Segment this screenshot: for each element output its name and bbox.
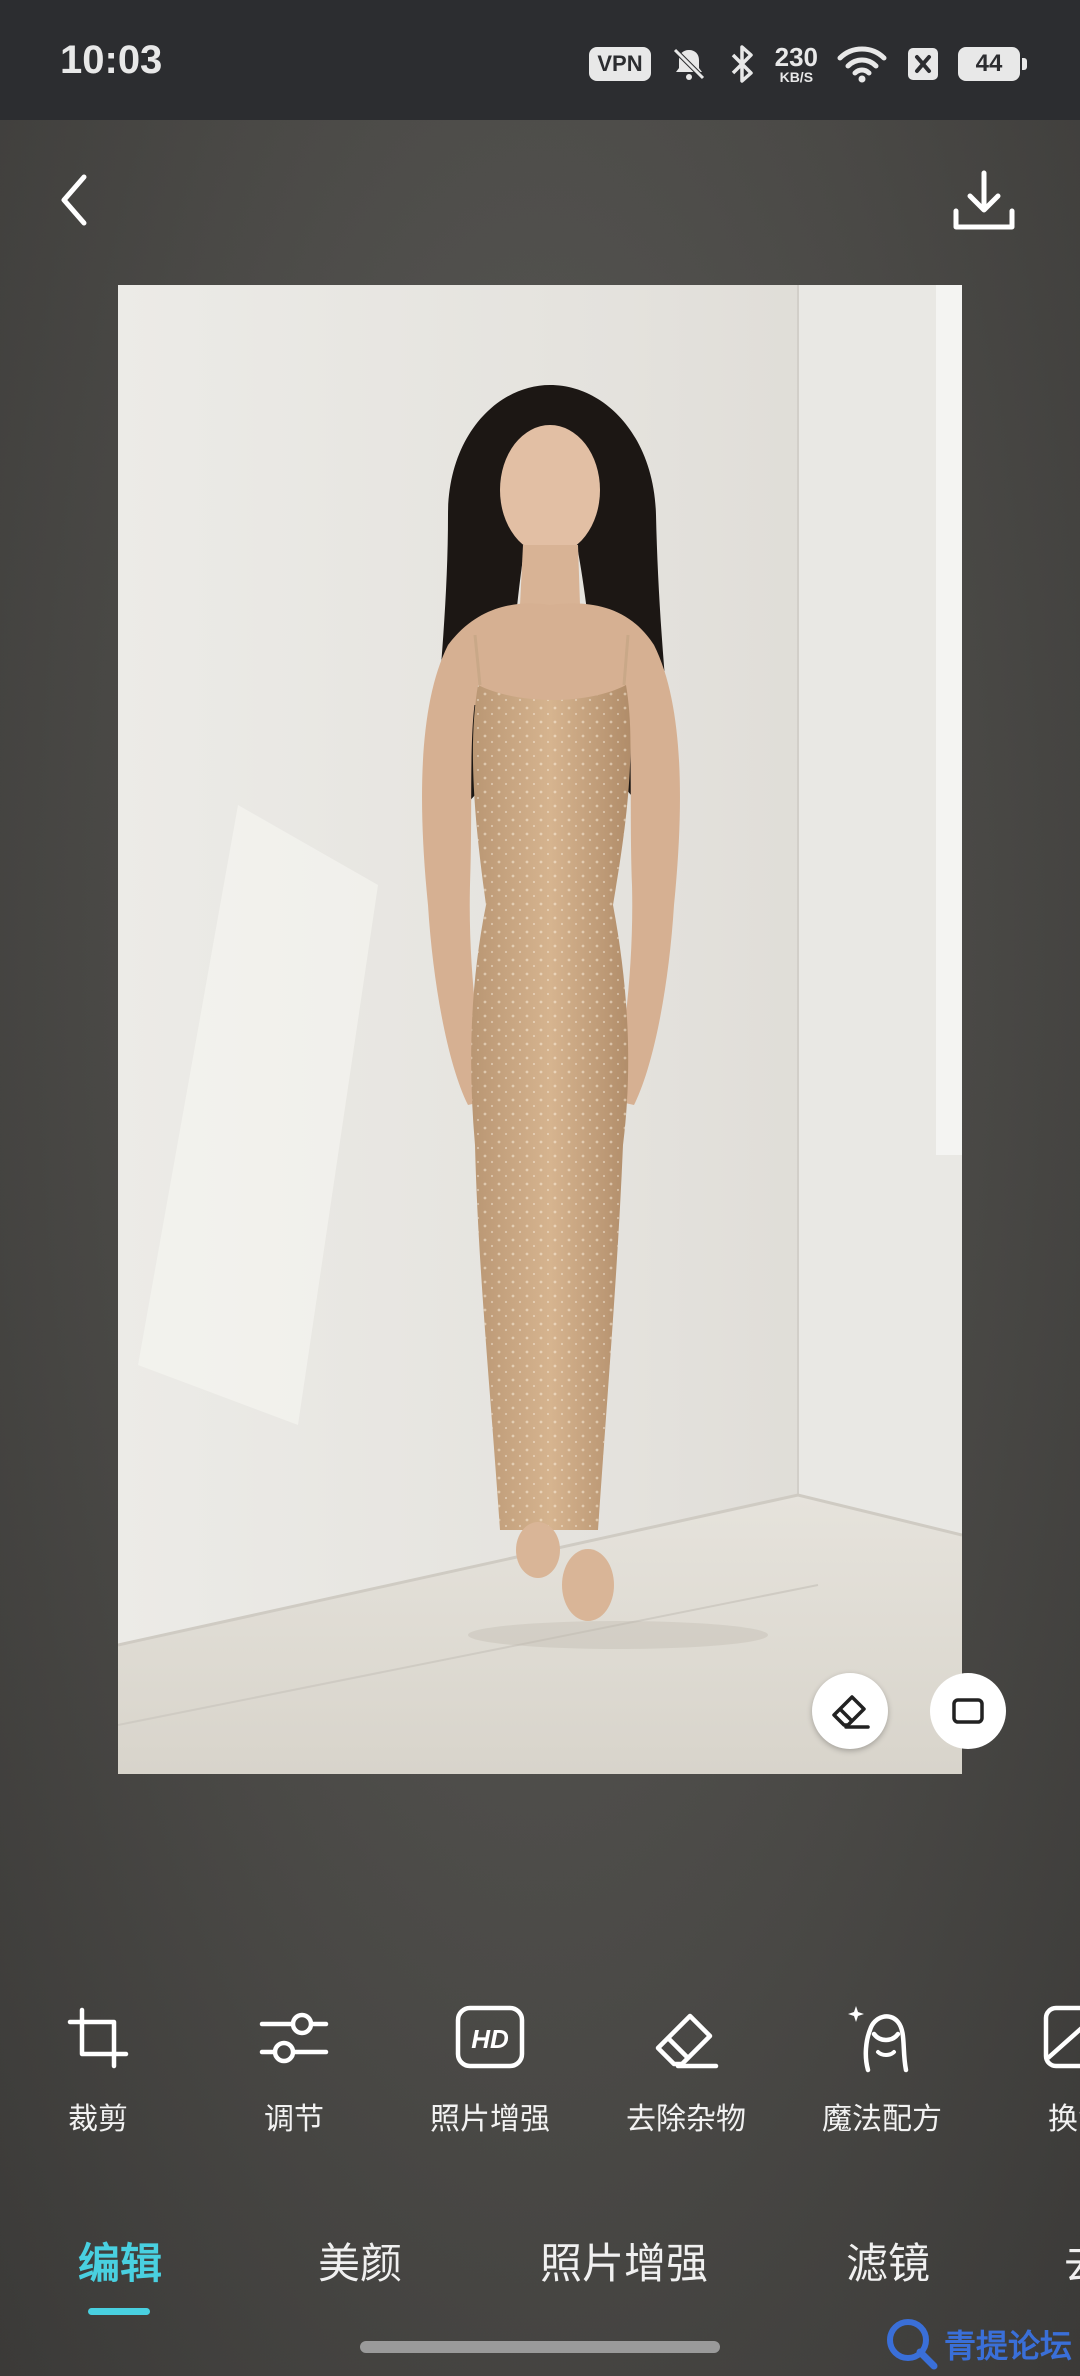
tool-label: 照片增强 <box>430 2103 550 2136</box>
tools-row: 裁剪 调节 HD 照片增强 去除杂物 魔法配方 换 <box>0 2000 1080 2150</box>
magic-portrait-icon <box>848 2006 909 2073</box>
tool-label: 魔法配方 <box>822 2103 942 2136</box>
status-bar: 10:03 VPN 230 KB/S 44 <box>0 0 1080 120</box>
crop-icon <box>67 2007 129 2069</box>
tool-photo-enhance[interactable]: HD 照片增强 <box>410 2000 570 2138</box>
tool-remove-objects[interactable]: 去除杂物 <box>606 2000 766 2138</box>
tab-photo-enhance[interactable]: 照片增强 <box>540 2230 708 2291</box>
active-tab-indicator <box>88 2308 150 2315</box>
compare-fab-button[interactable] <box>930 1673 1006 1749</box>
download-icon[interactable] <box>948 165 1020 237</box>
home-indicator[interactable] <box>360 2341 720 2353</box>
tab-beauty[interactable]: 美颜 <box>318 2230 402 2291</box>
sim-off-icon <box>908 48 938 80</box>
bell-muted-icon <box>672 48 705 80</box>
battery-indicator: 44 <box>958 47 1027 81</box>
tool-magic-recipe[interactable]: 魔法配方 <box>802 2000 962 2138</box>
eraser-icon <box>832 1695 870 1729</box>
vpn-badge: VPN <box>589 47 651 81</box>
eraser-fab-button[interactable] <box>812 1673 888 1749</box>
background-icon <box>1043 2005 1080 2069</box>
photo-image <box>118 285 962 1774</box>
tool-label: 调节 <box>264 2103 324 2136</box>
network-speed: 230 KB/S <box>775 44 818 84</box>
watermark-text: 青提论坛 <box>943 2328 1072 2364</box>
photo-preview[interactable] <box>118 285 962 1774</box>
tab-more[interactable]: 去 <box>1064 2230 1080 2291</box>
wifi-icon <box>837 46 887 83</box>
tab-filters[interactable]: 滤镜 <box>846 2230 930 2291</box>
back-icon[interactable] <box>40 165 110 235</box>
bluetooth-icon <box>731 45 753 83</box>
tool-crop[interactable]: 裁剪 <box>18 2000 178 2138</box>
compare-icon <box>952 1698 984 1724</box>
network-speed-value: 230 <box>774 42 818 72</box>
tool-adjust[interactable]: 调节 <box>214 2000 374 2138</box>
tool-label: 去除杂物 <box>626 2103 746 2136</box>
watermark-logo-icon <box>886 2319 938 2370</box>
tool-label: 换背 <box>1048 2103 1080 2136</box>
eraser-icon <box>655 2013 719 2069</box>
tool-label: 裁剪 <box>68 2103 128 2136</box>
network-speed-unit: KB/S <box>779 69 814 85</box>
bottom-tabs: 编辑 美颜 照片增强 滤镜 去 <box>0 2230 1080 2310</box>
hd-icon: HD <box>455 2005 525 2069</box>
tab-edit[interactable]: 编辑 <box>78 2230 162 2291</box>
watermark: 青提论坛 <box>884 2316 1072 2372</box>
svg-text:HD: HD <box>471 2024 509 2054</box>
status-time: 10:03 <box>60 38 163 82</box>
sliders-icon <box>259 2012 329 2064</box>
status-icons: VPN 230 KB/S 44 <box>589 40 1027 88</box>
tool-change-background[interactable]: 换背 <box>998 2000 1080 2138</box>
